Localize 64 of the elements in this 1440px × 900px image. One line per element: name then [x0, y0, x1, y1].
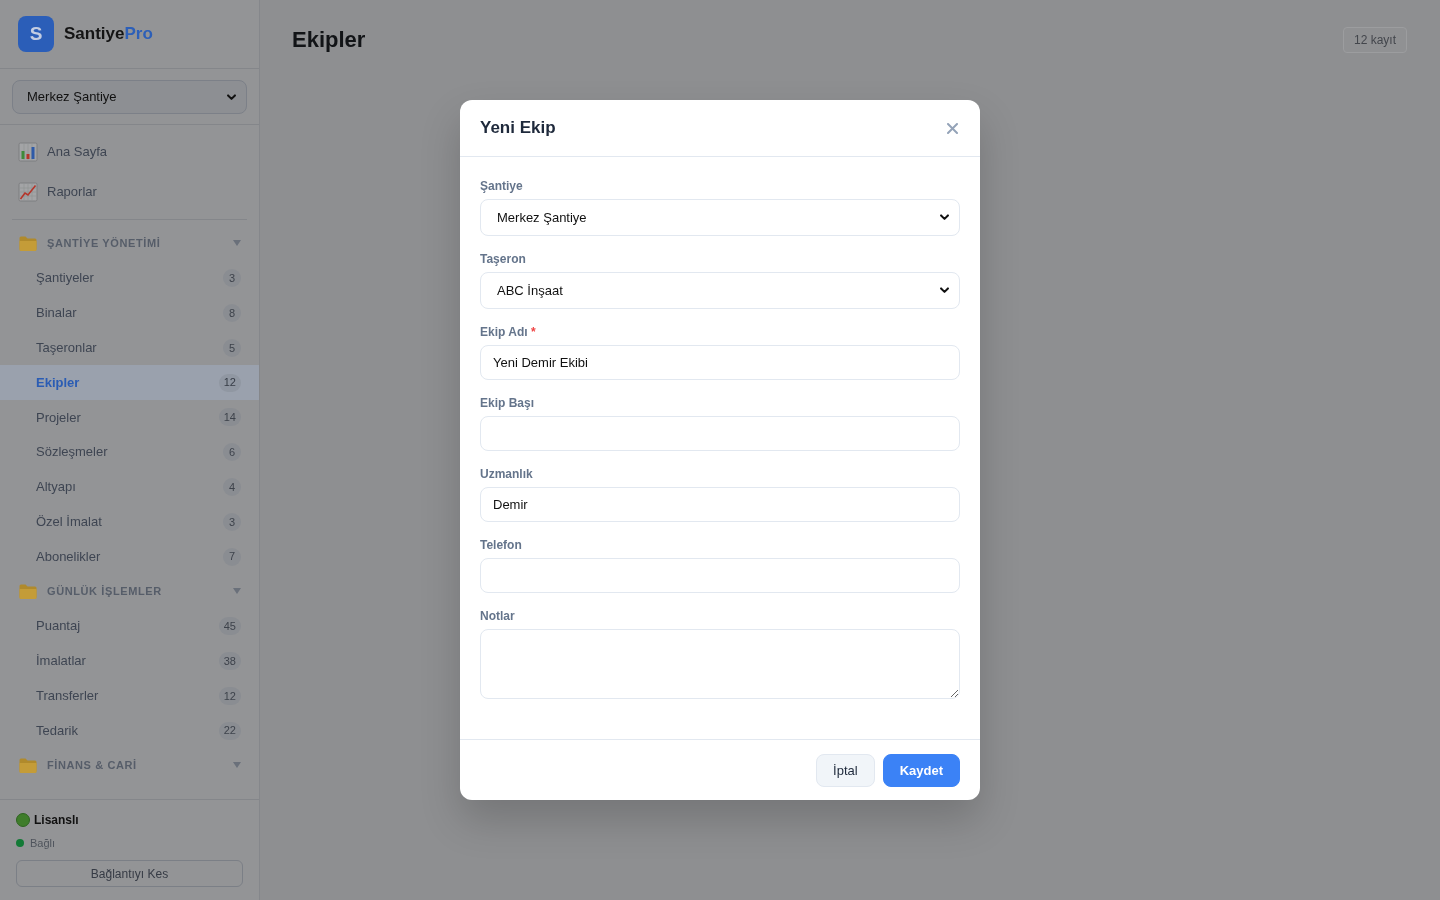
field-label: Taşeron	[480, 252, 527, 267]
textarea-field[interactable]	[480, 629, 960, 699]
count-badge: 7	[223, 547, 241, 566]
connection-status: Bağlı	[30, 835, 56, 851]
count-badge: 12	[218, 373, 241, 392]
modal-title: Yeni Ekip	[480, 117, 556, 139]
sidebar-item[interactable]: Sözleşmeler 6	[0, 434, 259, 470]
sidebar-item[interactable]: Binalar 8	[0, 295, 259, 331]
save-button[interactable]: Kaydet	[882, 754, 960, 787]
bar-chart-icon	[18, 142, 38, 162]
disconnect-button[interactable]: Bağlantıyı Kes	[16, 860, 243, 887]
count-badge: 12	[218, 686, 241, 705]
input-field[interactable]: Demir	[480, 487, 960, 522]
sidebar-item[interactable]: Transferler 12	[0, 678, 259, 714]
brand-logo: S	[18, 16, 54, 52]
select-field[interactable]: Merkez Şantiye	[480, 199, 960, 236]
sidebar-item[interactable]: Özel İmalat 3	[0, 504, 259, 540]
folder-icon	[19, 235, 37, 251]
select-field[interactable]: ABC İnşaat	[480, 272, 960, 309]
count-badge: 22	[218, 721, 241, 740]
sidebar-item[interactable]: Taşeronlar 5	[0, 330, 259, 366]
site-select[interactable]: Merkez Şantiye	[12, 80, 247, 114]
nav-item[interactable]: Raporlar	[0, 172, 259, 212]
count-badge: 4	[223, 477, 241, 496]
brand-name: SantiyePro	[64, 23, 153, 46]
field-label: Şantiye	[480, 179, 524, 194]
sidebar-item[interactable]: Tedarik 22	[0, 713, 259, 748]
field-label: Ekip Adı *	[480, 325, 537, 340]
count-badge: 3	[223, 512, 241, 531]
field-label: Uzmanlık	[480, 467, 534, 482]
count-badge: 3	[223, 269, 241, 288]
sidebar-item[interactable]: İmalatlar 38	[0, 643, 259, 679]
input-field[interactable]	[480, 416, 960, 451]
count-badge: 45	[218, 617, 241, 636]
section-header[interactable]: ŞANTİYE YÖNETİMİ	[0, 226, 259, 261]
section-header[interactable]: FİNANS & CARİ	[0, 747, 259, 783]
folder-icon	[19, 583, 37, 599]
count-badge: 38	[218, 651, 241, 670]
close-icon	[947, 122, 958, 134]
count-badge: 5	[223, 338, 241, 357]
sidebar-item[interactable]: Altyapı 4	[0, 469, 259, 505]
page-title: Ekipler	[292, 26, 366, 54]
folder-icon	[19, 757, 37, 773]
sidebar-item[interactable]: Abonelikler 7	[0, 539, 259, 574]
line-chart-icon	[18, 182, 38, 202]
nav-item[interactable]: Ana Sayfa	[0, 132, 259, 172]
license-status: Lisanslı	[34, 812, 79, 829]
count-badge: 6	[223, 443, 241, 462]
close-button[interactable]	[945, 120, 960, 136]
input-field[interactable]	[480, 558, 960, 593]
record-count: 12 kayıt	[1342, 27, 1407, 53]
count-badge: 8	[223, 304, 241, 322]
count-badge: 14	[218, 408, 241, 427]
field-label: Telefon	[480, 538, 523, 553]
section-header[interactable]: GÜNLÜK İŞLEMLER	[0, 573, 259, 609]
field-label: Notlar	[480, 609, 516, 624]
sidebar-item[interactable]: Projeler 14	[0, 400, 259, 435]
sidebar-item[interactable]: Ekipler 12	[0, 365, 259, 400]
sidebar-item[interactable]: Şantiyeler 3	[0, 260, 259, 296]
status-circle-icon	[16, 813, 30, 827]
input-field[interactable]: Yeni Demir Ekibi	[480, 345, 960, 380]
field-label: Ekip Başı	[480, 396, 536, 411]
sidebar-item[interactable]: Puantaj 45	[0, 608, 259, 644]
cancel-button[interactable]: İptal	[816, 754, 875, 787]
